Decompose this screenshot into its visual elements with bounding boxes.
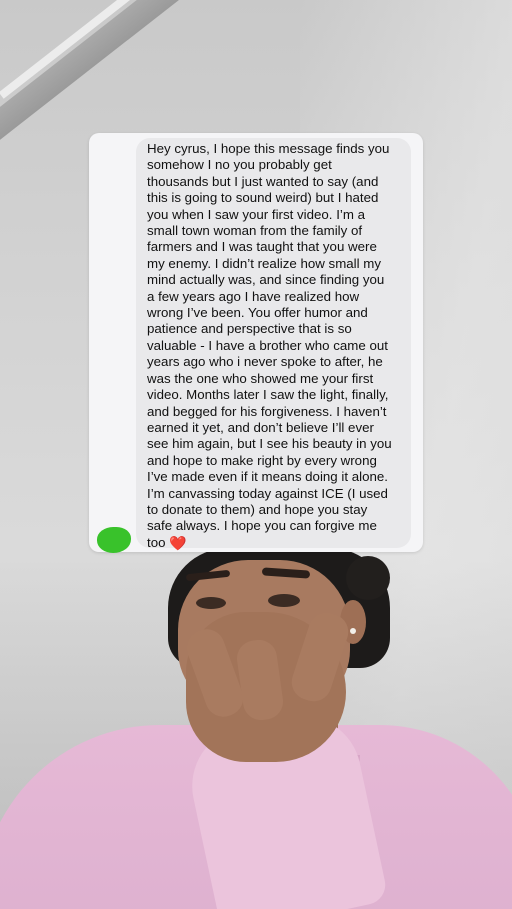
earring [350,628,356,634]
message-line: wrong I’ve been. You offer humor and [147,305,368,321]
message-line: mind actually was, and since finding you [147,272,385,288]
message-line: valuable - I have a brother who came out [147,337,388,353]
hair-bun [346,556,390,600]
message-line: my enemy. I didn’t realize how small my [147,255,382,271]
message-line: earned it yet, and don’t believe I’ll ev… [147,419,374,435]
message-line: I’m canvassing today against ICE (I used [147,485,388,501]
message-line: video. Months later I saw the light, fin… [147,387,389,403]
message-line: see him again, but I see his beauty in y… [147,436,392,452]
message-line: safe always. I hope you can forgive me [147,518,377,534]
message-line: years ago who i never spoke to after, he [147,354,383,370]
message-line: to donate to them) and hope you stay [147,501,368,517]
red-heart-icon: ❤️ [169,534,187,551]
message-line: somehow I no you probably get [147,157,332,173]
video-frame: Hey cyrus, I hope this message finds you… [0,0,512,909]
message-line: and begged for his forgiveness. I haven’… [147,403,387,419]
message-line: Hey cyrus, I hope this message finds you [147,141,390,156]
left-eye [196,597,226,609]
right-eye [268,594,300,607]
message-line: small town woman from the family of [147,223,363,239]
message-line: you when I saw your first video. I’m a [147,206,366,222]
message-line: and hope to make right by every wrong [147,452,377,468]
message-line: this is going to sound weird) but I hate… [147,190,379,206]
message-line: patience and perspective that is so [147,321,352,337]
message-line: I’ve made even if it means doing it alon… [147,469,388,485]
message-line: was the one who showed me your first [147,370,374,386]
message-line: thousands but I just wanted to say (and [147,173,379,189]
message-line: too [147,534,170,550]
message-line: a few years ago I have realized how [147,288,360,304]
message-text: Hey cyrus, I hope this message finds you… [147,141,405,551]
message-line: farmers and I was taught that you were [147,239,377,255]
